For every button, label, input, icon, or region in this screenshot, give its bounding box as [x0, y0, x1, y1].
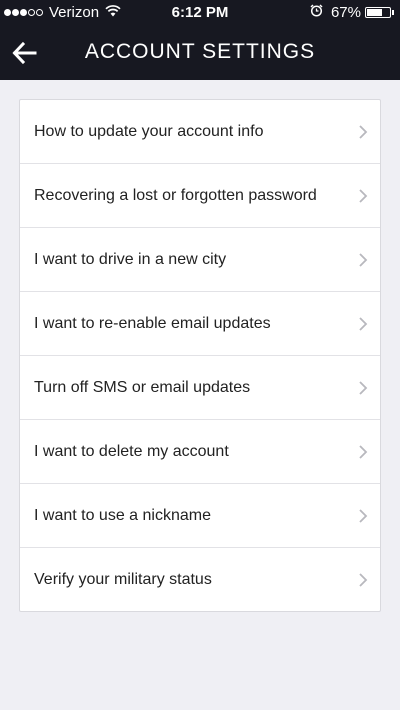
battery-fill — [367, 9, 382, 16]
list-item-label: I want to delete my account — [34, 442, 229, 460]
list-item[interactable]: I want to re-enable email updates — [20, 292, 380, 356]
chevron-right-icon — [358, 188, 368, 204]
list-item[interactable]: Turn off SMS or email updates — [20, 356, 380, 420]
list-item-label: How to update your account info — [34, 122, 264, 140]
status-right: 67% — [310, 4, 394, 21]
list-item-label: I want to use a nickname — [34, 506, 211, 524]
chevron-right-icon — [358, 316, 368, 332]
list-item[interactable]: I want to use a nickname — [20, 484, 380, 548]
chevron-right-icon — [358, 572, 368, 588]
list-item[interactable]: Recovering a lost or forgotten password — [20, 164, 380, 228]
list-item[interactable]: Verify your military status — [20, 548, 380, 611]
status-bar: Verizon 6:12 PM 67% — [0, 0, 400, 26]
help-topics-list: How to update your account info Recoverin… — [19, 99, 381, 612]
chevron-right-icon — [358, 380, 368, 396]
list-item-label: I want to drive in a new city — [34, 250, 227, 268]
list-item[interactable]: How to update your account info — [20, 100, 380, 164]
battery-icon — [365, 7, 391, 18]
list-item-label: Recovering a lost or forgotten password — [34, 186, 317, 204]
list-item[interactable]: I want to drive in a new city — [20, 228, 380, 292]
list-item-label: Turn off SMS or email updates — [34, 378, 251, 396]
alarm-clock-icon — [310, 4, 323, 21]
chevron-right-icon — [358, 444, 368, 460]
list-item-label: I want to re-enable email updates — [34, 314, 271, 332]
page-title: ACCOUNT SETTINGS — [84, 40, 316, 63]
nav-bar: ACCOUNT SETTINGS — [0, 26, 400, 80]
list-item-label: Verify your military status — [34, 570, 212, 588]
battery-tip — [392, 10, 394, 15]
list-item[interactable]: I want to delete my account — [20, 420, 380, 484]
chevron-right-icon — [358, 124, 368, 140]
chevron-right-icon — [358, 252, 368, 268]
battery-percent: 67% — [330, 4, 361, 21]
top-bar: Verizon 6:12 PM 67% ACCOUNT SETTINGS — [0, 0, 400, 80]
chevron-right-icon — [358, 508, 368, 524]
